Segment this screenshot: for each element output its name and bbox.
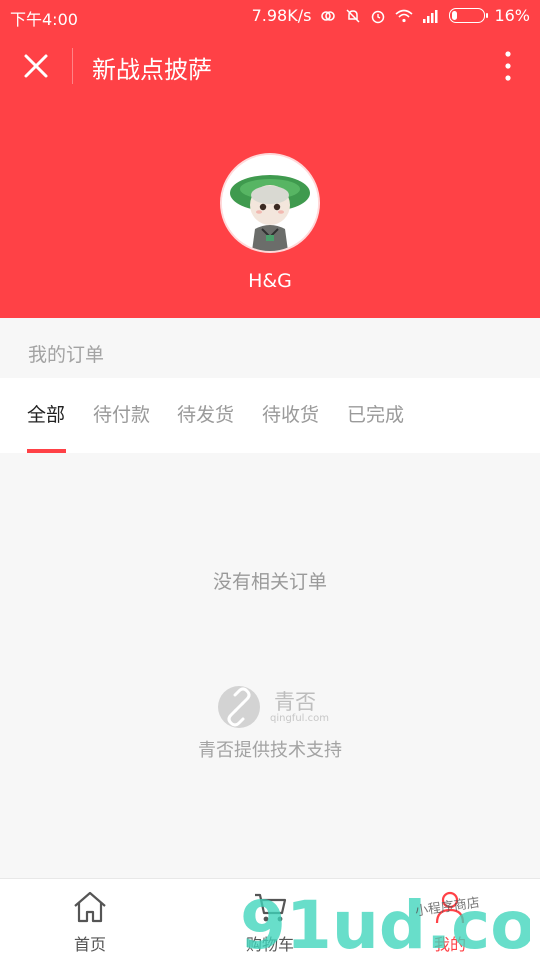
network-speed: 7.98K/s (251, 6, 312, 25)
tab-all[interactable]: 全部 (27, 400, 65, 427)
brand-domain: qingful.com (270, 713, 329, 724)
wifi-icon (395, 9, 413, 22)
link-icon (218, 686, 260, 728)
home-icon (74, 891, 106, 923)
tab-completed[interactable]: 已完成 (347, 400, 404, 427)
status-icons: 7.98K/s 16% (252, 6, 530, 25)
mute-icon (346, 8, 360, 23)
battery-icon (449, 8, 489, 23)
tab-pending-receipt[interactable]: 待收货 (262, 400, 319, 427)
status-time: 下午4:00 (10, 10, 78, 29)
close-button[interactable] (18, 48, 54, 84)
more-options-button[interactable] (502, 50, 514, 82)
brand-name: 青否 (274, 690, 316, 714)
nav-label-home: 首页 (73, 935, 106, 954)
avatar-image (222, 155, 318, 251)
alarm-icon (372, 10, 385, 23)
empty-state-message: 没有相关订单 (212, 571, 327, 593)
nav-label-cart: 购物车 (245, 935, 294, 954)
orders-section-title: 我的订单 (28, 344, 105, 366)
nav-divider (72, 48, 73, 84)
tech-support-caption: 青否提供技术支持 (198, 740, 342, 761)
status-bar: 下午4:00 7.98K/s 16% (0, 0, 540, 32)
nav-item-home[interactable]: 首页 (0, 879, 180, 961)
page-title: 新战点披萨 (92, 56, 212, 84)
active-tab-indicator (27, 449, 66, 453)
sync-icon (321, 10, 336, 21)
battery-level: 16% (494, 6, 530, 25)
nav-label-mine: 我的 (433, 935, 466, 954)
order-tabs: 全部 待付款 待发货 待收货 已完成 (0, 378, 540, 453)
header-banner: 下午4:00 7.98K/s 16% 新战点披萨 H&G (0, 0, 540, 318)
username: H&G (248, 270, 292, 292)
tab-pending-shipment[interactable]: 待发货 (177, 400, 234, 427)
avatar[interactable] (222, 155, 318, 251)
cart-icon (255, 893, 287, 922)
bottom-navigation: 首页 购物车 我的 (0, 878, 540, 961)
tab-pending-payment[interactable]: 待付款 (93, 400, 150, 427)
nav-item-cart[interactable]: 购物车 (180, 879, 360, 961)
nav-item-mine[interactable]: 我的 (360, 879, 540, 961)
user-icon (435, 891, 465, 924)
signal-icon (423, 9, 438, 23)
navigation-bar: 新战点披萨 (0, 32, 540, 100)
